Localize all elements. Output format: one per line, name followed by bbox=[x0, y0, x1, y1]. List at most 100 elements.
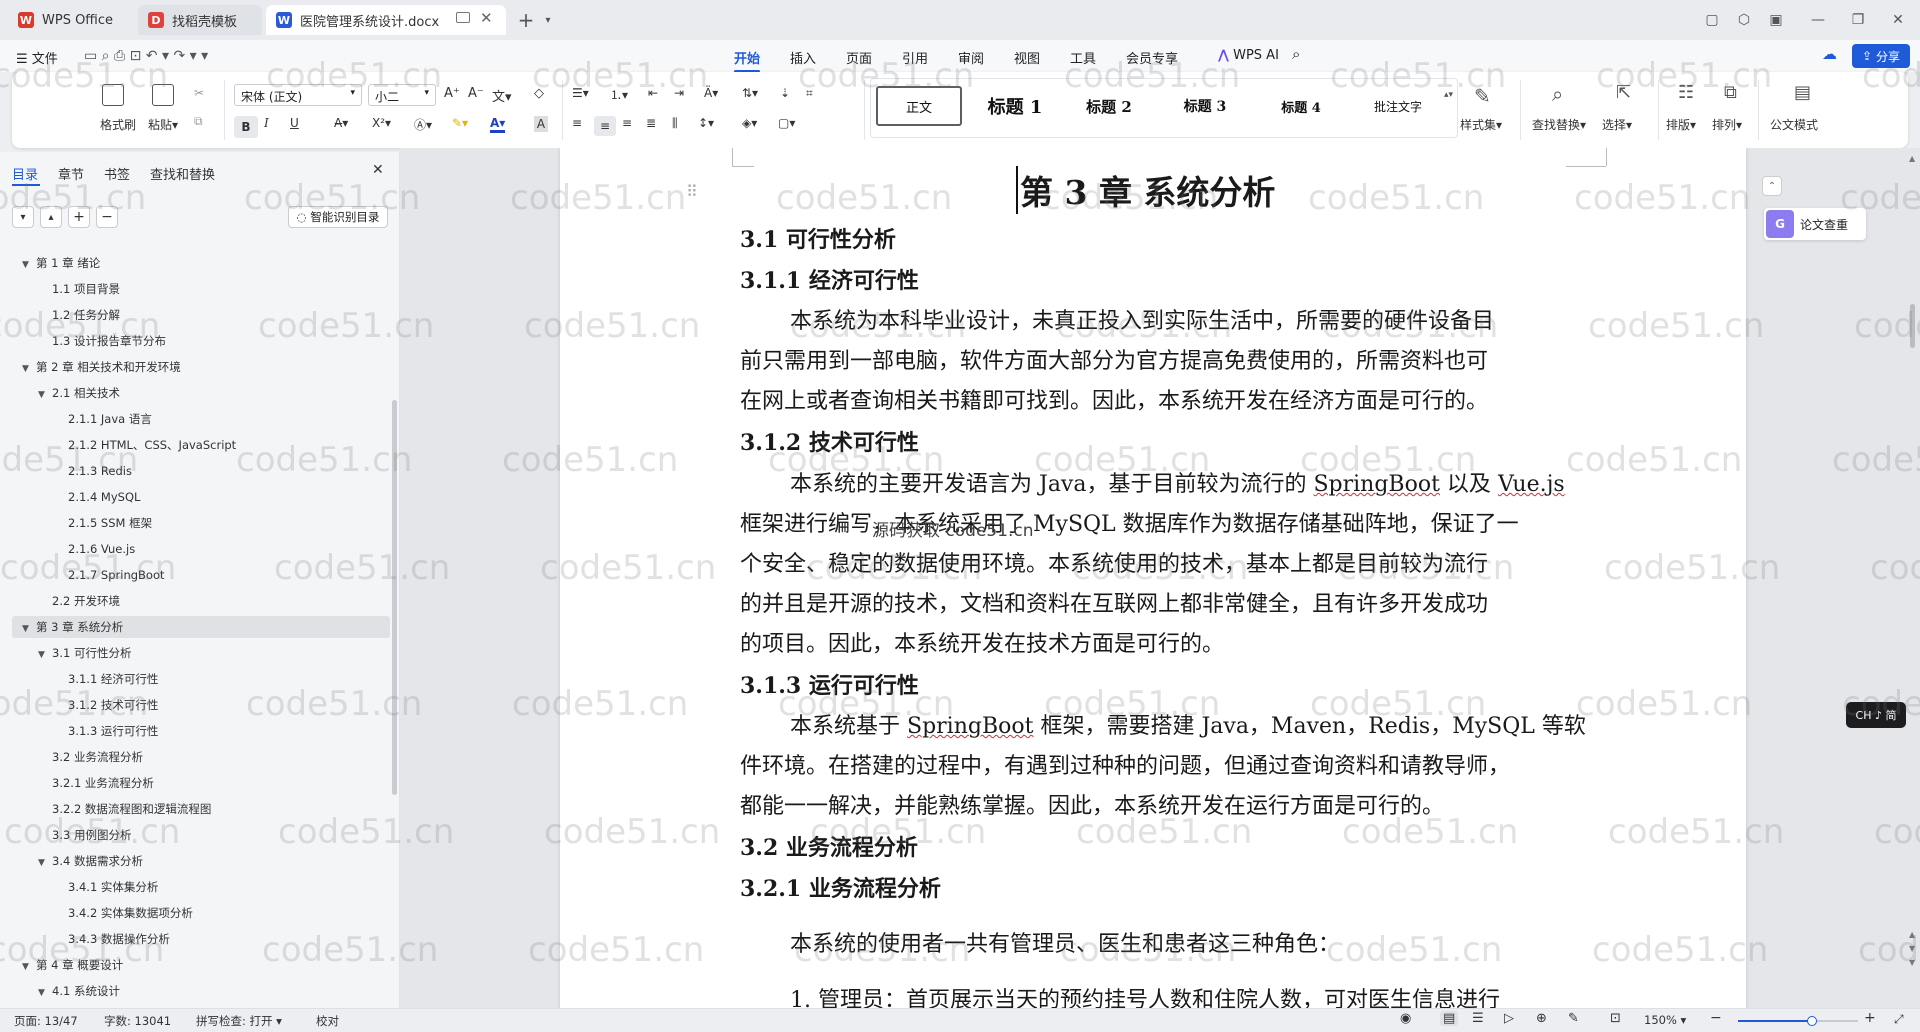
line-spacing-icon[interactable]: ↕▾ bbox=[698, 116, 714, 130]
toc-item[interactable]: 3.2 业务流程分析 bbox=[0, 746, 380, 768]
style-heading-1[interactable]: 标题 1 bbox=[972, 86, 1058, 126]
font-name-select[interactable]: 宋体 (正文) ▾ bbox=[234, 84, 362, 106]
font-shrink-icon[interactable]: A⁻ bbox=[468, 86, 484, 101]
minimize-icon[interactable]: — bbox=[1806, 8, 1830, 32]
page-indicator[interactable]: 页面: 13/47 bbox=[14, 1013, 78, 1029]
paragraph-line[interactable]: 个安全、稳定的数据使用环境。本系统使用的技术，基本上都是目前较为流行 bbox=[740, 546, 1488, 578]
restore-icon[interactable]: ❐ bbox=[1846, 8, 1870, 32]
close-pane-icon[interactable]: ✕ bbox=[372, 162, 384, 178]
avatar-icon[interactable]: ▣ bbox=[1764, 8, 1788, 32]
screen-icon[interactable] bbox=[456, 12, 470, 23]
page-view-icon[interactable]: ▤ bbox=[1440, 1011, 1459, 1026]
share-button[interactable]: ⇪ 分享 bbox=[1852, 44, 1910, 68]
distribute-icon[interactable]: ⫼ bbox=[672, 116, 678, 131]
toc-item[interactable]: ▼ 2.1 相关技术 bbox=[0, 382, 380, 404]
select-button[interactable]: 选择 ▾ bbox=[1602, 116, 1632, 133]
caret-down-icon[interactable]: ▼ bbox=[38, 852, 52, 874]
toc-item[interactable]: 3.1.1 经济可行性 bbox=[0, 668, 380, 690]
toc-item[interactable]: ▼ 第 1 章 绪论 bbox=[0, 252, 380, 274]
eye-icon[interactable]: ◉ bbox=[1400, 1011, 1411, 1026]
toc-item[interactable]: 3.2.2 数据流程图和逻辑流程图 bbox=[0, 798, 380, 820]
heading-3-1-1[interactable]: 3.1.1 经济可行性 bbox=[740, 263, 919, 295]
style-heading-3[interactable]: 标题 3 bbox=[1162, 86, 1248, 126]
find-replace-button[interactable]: 查找替换 ▾ bbox=[1532, 116, 1586, 133]
caret-down-icon[interactable]: ▼ bbox=[22, 254, 36, 276]
caret-down-icon[interactable]: ▼ bbox=[22, 358, 36, 380]
select-cursor-icon[interactable]: ⇱ bbox=[1616, 82, 1631, 103]
toc-item[interactable]: 2.1.7 SpringBoot bbox=[0, 564, 380, 586]
document-scrollbar-thumb[interactable] bbox=[1910, 304, 1915, 348]
arrange-icon[interactable]: ⧉ bbox=[1724, 82, 1737, 103]
paragraph-line[interactable]: 前只需用到一部电脑，软件方面大部分为官方提高免费使用的，所需资料也可 bbox=[740, 343, 1488, 375]
toc-item[interactable]: ▼ 第 2 章 相关技术和开发环境 bbox=[0, 356, 380, 378]
wps-ai-button[interactable]: ⋀ WPS AI bbox=[1218, 48, 1279, 63]
caret-down-icon[interactable]: ▼ bbox=[38, 644, 52, 666]
heading-3-2[interactable]: 3.2 业务流程分析 bbox=[740, 830, 918, 862]
text-effect-icon[interactable]: Ⓐ▾ bbox=[414, 116, 432, 133]
ime-indicator[interactable]: CH ♪ 简 bbox=[1846, 702, 1906, 728]
quick-access-icons[interactable]: ▭ ⌕ ⎙ ⊡ ↶ ▾ ↷ ▾ ▾ bbox=[84, 48, 208, 64]
tab-view[interactable]: 视图 bbox=[1014, 48, 1040, 67]
chevron-down-icon[interactable]: ▾ bbox=[536, 8, 560, 32]
toc-item[interactable]: 3.1.2 技术可行性 bbox=[0, 694, 380, 716]
toc-item[interactable]: 3.2.1 业务流程分析 bbox=[0, 772, 380, 794]
document-scrollbar-track[interactable] bbox=[1908, 156, 1916, 1006]
style-set-button[interactable]: 样式集 ▾ bbox=[1460, 116, 1502, 133]
zoom-slider[interactable] bbox=[1738, 1016, 1858, 1026]
zoom-level[interactable]: 150% ▾ bbox=[1644, 1013, 1686, 1027]
toc-item[interactable]: 2.1.5 SSM 框架 bbox=[0, 512, 380, 534]
text-direction-icon[interactable]: Ä▾ bbox=[704, 86, 718, 100]
outline-view-icon[interactable]: ☰ bbox=[1472, 1011, 1484, 1026]
align-right-icon[interactable]: ≡ bbox=[622, 116, 632, 130]
strikethrough-icon[interactable]: A̶▾ bbox=[334, 116, 348, 130]
border-icon[interactable]: ▢▾ bbox=[778, 116, 795, 130]
caret-down-icon[interactable]: ▼ bbox=[22, 956, 36, 978]
remove-heading-icon[interactable]: − bbox=[96, 206, 118, 228]
toc-item[interactable]: 2.1.2 HTML、CSS、JavaScript bbox=[0, 434, 380, 456]
tab-document[interactable]: W 医院管理系统设计.docx ✕ bbox=[266, 5, 506, 35]
collapse-all-icon[interactable]: ▾ bbox=[12, 206, 34, 228]
style-gallery-expand-icon[interactable]: ▴▾ bbox=[1444, 90, 1453, 100]
toc-item[interactable]: 2.1.4 MySQL bbox=[0, 486, 380, 508]
layout-icon[interactable]: ☷ bbox=[1678, 82, 1694, 103]
tab-find-replace[interactable]: 查找和替换 bbox=[150, 164, 215, 183]
heading-3-1-2[interactable]: 3.1.2 技术可行性 bbox=[740, 425, 919, 457]
paragraph-line[interactable]: 本系统的使用者一共有管理员、医生和患者这三种角色： bbox=[790, 926, 1340, 958]
zoom-out-icon[interactable]: − bbox=[1710, 1010, 1722, 1026]
heading-3-2-1[interactable]: 3.2.1 业务流程分析 bbox=[740, 871, 941, 903]
highlight-icon[interactable]: ✎▾ bbox=[452, 116, 468, 130]
toc-item[interactable]: 3.4.2 实体集数据项分析 bbox=[0, 902, 380, 924]
caret-down-icon[interactable]: ▼ bbox=[22, 618, 36, 640]
heading-3-1[interactable]: 3.1 可行性分析 bbox=[740, 222, 896, 254]
paragraph-line[interactable]: 框架进行编写，本系统采用了 MySQL 数据库作为数据存储基础阵地，保证了一 bbox=[740, 506, 1519, 538]
toc-item[interactable]: 2.1.1 Java 语言 bbox=[0, 408, 380, 430]
font-grow-icon[interactable]: A⁺ bbox=[444, 86, 460, 101]
increase-indent-icon[interactable]: ⇥ bbox=[674, 86, 684, 100]
toc-item[interactable]: 2.1.3 Redis bbox=[0, 460, 380, 482]
cut-icon[interactable]: ✂ bbox=[194, 86, 204, 100]
cube-icon[interactable]: ⬡ bbox=[1732, 8, 1756, 32]
toc-item[interactable]: 3.1.3 运行可行性 bbox=[0, 720, 380, 742]
style-comment[interactable]: 批注文字 bbox=[1352, 86, 1444, 126]
caret-down-icon[interactable]: ▼ bbox=[38, 982, 52, 1004]
expand-up-icon[interactable]: ▴ bbox=[40, 206, 62, 228]
paragraph-line[interactable]: 都能一一解决，并能熟练掌握。因此，本系统开发在运行方面是可行的。 bbox=[740, 788, 1444, 820]
window-layout-icon[interactable]: ▢ bbox=[1700, 8, 1724, 32]
official-doc-icon[interactable]: ▤ bbox=[1794, 82, 1811, 103]
tab-member[interactable]: 会员专享 bbox=[1126, 48, 1178, 67]
tab-references[interactable]: 引用 bbox=[902, 48, 928, 67]
copy-icon[interactable]: ⧉ bbox=[194, 114, 203, 129]
toc-item[interactable]: 1.3 设计报告章节分布 bbox=[0, 330, 380, 352]
zoom-in-icon[interactable]: + bbox=[1864, 1010, 1876, 1026]
font-size-select[interactable]: 小二 ▾ bbox=[368, 84, 436, 106]
paragraph-line[interactable]: 本系统基于 SpringBoot 框架，需要搭建 Java，Maven，Redi… bbox=[790, 708, 1586, 740]
bold-button[interactable]: B bbox=[234, 116, 258, 138]
tab-tools[interactable]: 工具 bbox=[1070, 48, 1096, 67]
tab-wps-office[interactable]: W WPS Office bbox=[8, 5, 136, 35]
sidebar-scrollbar[interactable] bbox=[392, 400, 397, 795]
shading-icon[interactable]: ◈▾ bbox=[742, 116, 757, 130]
paragraph-line[interactable]: 本系统为本科毕业设计，未真正投入到实际生活中，所需要的硬件设备目 bbox=[790, 303, 1494, 335]
web-view-icon[interactable]: ⊕ bbox=[1536, 1011, 1547, 1026]
toc-item[interactable]: 3.4.3 数据操作分析 bbox=[0, 928, 380, 950]
decrease-indent-icon[interactable]: ⇤ bbox=[648, 86, 658, 100]
